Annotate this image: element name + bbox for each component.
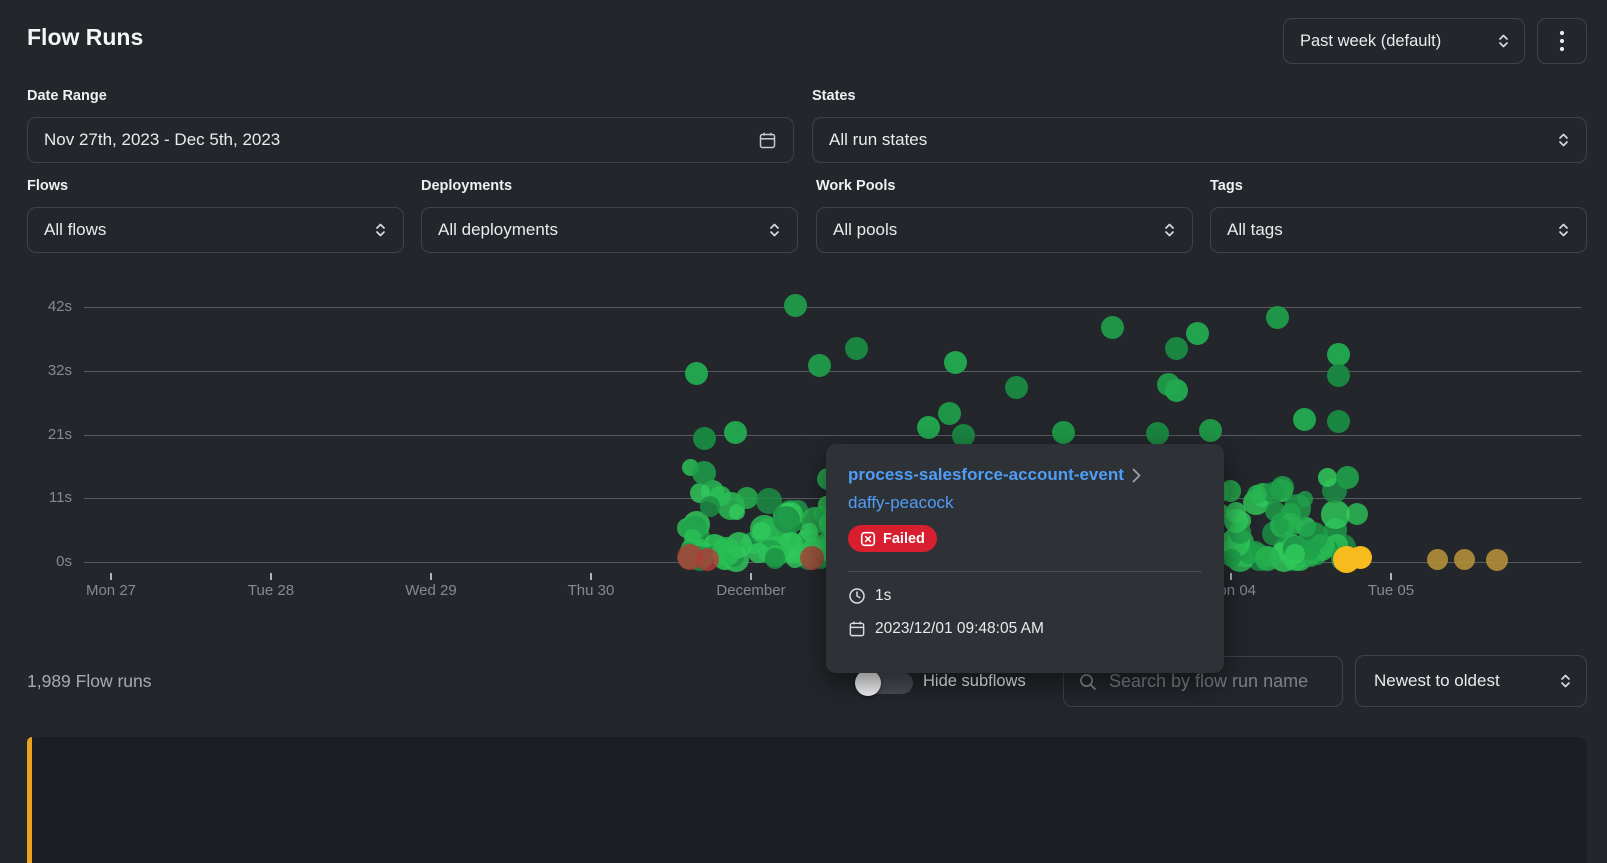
failed-state-badge: Failed bbox=[848, 525, 937, 552]
completed-run-dot[interactable] bbox=[1186, 322, 1209, 345]
completed-run-dot[interactable] bbox=[938, 402, 961, 425]
completed-run-dot[interactable] bbox=[1222, 549, 1241, 568]
completed-run-dot[interactable] bbox=[1247, 485, 1266, 504]
y-gridline bbox=[84, 371, 1581, 372]
hide-subflows-label: Hide subflows bbox=[923, 672, 1026, 691]
late-run-dot[interactable] bbox=[1454, 549, 1475, 570]
hide-subflows-toggle[interactable] bbox=[857, 672, 913, 694]
failed-run-dot[interactable] bbox=[696, 548, 719, 571]
completed-run-dot[interactable] bbox=[1199, 419, 1222, 442]
completed-run-dot[interactable] bbox=[1271, 476, 1294, 499]
state-accent-bar bbox=[27, 737, 32, 863]
x-tick-mark bbox=[430, 573, 432, 580]
flow-run-card: marketing-daily-metrics › tuscan-zebu au… bbox=[27, 737, 1587, 863]
calendar-icon bbox=[848, 620, 866, 638]
completed-run-dot[interactable] bbox=[1101, 316, 1124, 339]
completed-run-dot[interactable] bbox=[693, 427, 716, 450]
completed-run-dot[interactable] bbox=[845, 337, 868, 360]
x-tick-mark bbox=[1230, 573, 1232, 580]
x-tick-mark bbox=[750, 573, 752, 580]
clock-icon bbox=[848, 587, 866, 605]
x-tick-label: Wed 29 bbox=[361, 582, 501, 599]
completed-run-dot[interactable] bbox=[1052, 421, 1075, 444]
completed-run-dot[interactable] bbox=[1146, 422, 1169, 445]
completed-run-dot[interactable] bbox=[1318, 468, 1337, 487]
search-icon bbox=[1078, 672, 1098, 692]
completed-run-dot[interactable] bbox=[1005, 376, 1028, 399]
x-tick-label: Tue 05 bbox=[1321, 582, 1461, 599]
tooltip-flow-name: process-salesforce-account-event bbox=[848, 465, 1124, 485]
y-gridline bbox=[84, 435, 1581, 436]
flow-run-tooltip: process-salesforce-account-event daffy-p… bbox=[826, 444, 1224, 673]
completed-run-dot[interactable] bbox=[1165, 337, 1188, 360]
flow-run-scatter-chart: 0s 11s 21s 32s 42s Mon 27 Tue 28 Wed 29 Thu 30 De… bbox=[0, 0, 1607, 620]
tooltip-flow-link[interactable]: process-salesforce-account-event bbox=[848, 465, 1202, 485]
completed-run-dot[interactable] bbox=[808, 354, 831, 377]
x-tick-label: December bbox=[681, 582, 821, 599]
completed-run-dot[interactable] bbox=[784, 294, 807, 317]
completed-run-dot[interactable] bbox=[1327, 410, 1350, 433]
failed-state-label: Failed bbox=[883, 531, 925, 547]
chevron-updown-icon bbox=[1559, 673, 1572, 689]
flow-runs-page: Flow Runs Past week (default) Date Range… bbox=[0, 0, 1607, 863]
y-gridline bbox=[84, 307, 1581, 308]
tooltip-duration: 1s bbox=[875, 587, 891, 605]
completed-run-dot[interactable] bbox=[1266, 306, 1289, 329]
completed-run-dot[interactable] bbox=[944, 351, 967, 374]
completed-run-dot[interactable] bbox=[765, 548, 786, 569]
completed-run-dot[interactable] bbox=[1321, 500, 1350, 529]
late-run-dot[interactable] bbox=[1427, 549, 1448, 570]
y-tick-label: 42s bbox=[0, 298, 72, 315]
completed-run-dot[interactable] bbox=[1265, 501, 1285, 521]
failed-x-icon bbox=[860, 531, 876, 547]
completed-run-dot[interactable] bbox=[752, 522, 771, 541]
sort-select[interactable]: Newest to oldest bbox=[1355, 655, 1587, 707]
x-tick-mark bbox=[110, 573, 112, 580]
search-input[interactable] bbox=[1107, 670, 1332, 693]
sort-value: Newest to oldest bbox=[1374, 671, 1500, 691]
tooltip-timestamp-row: 2023/12/01 09:48:05 AM bbox=[848, 620, 1202, 638]
tooltip-divider bbox=[848, 571, 1202, 572]
flow-run-count: 1,989 Flow runs bbox=[27, 671, 152, 692]
completed-run-dot[interactable] bbox=[917, 416, 940, 439]
tooltip-run-link[interactable]: daffy-peacock bbox=[848, 493, 1202, 513]
completed-run-dot[interactable] bbox=[800, 523, 818, 541]
tooltip-timestamp: 2023/12/01 09:48:05 AM bbox=[875, 620, 1044, 638]
completed-run-dot[interactable] bbox=[1336, 466, 1359, 489]
x-tick-label: Thu 30 bbox=[521, 582, 661, 599]
x-tick-label: Tue 28 bbox=[201, 582, 341, 599]
completed-run-dot[interactable] bbox=[685, 362, 708, 385]
failed-run-dot[interactable] bbox=[800, 546, 824, 570]
y-tick-label: 0s bbox=[0, 553, 72, 570]
chevron-right-icon bbox=[1132, 468, 1141, 483]
completed-run-dot[interactable] bbox=[1165, 379, 1188, 402]
y-tick-label: 11s bbox=[0, 489, 72, 506]
completed-run-dot[interactable] bbox=[700, 496, 721, 517]
tooltip-duration-row: 1s bbox=[848, 587, 1202, 605]
x-tick-mark bbox=[590, 573, 592, 580]
completed-run-dot[interactable] bbox=[724, 421, 747, 444]
completed-run-dot[interactable] bbox=[1226, 502, 1246, 522]
y-tick-label: 21s bbox=[0, 426, 72, 443]
toggle-knob bbox=[855, 670, 881, 696]
completed-run-dot[interactable] bbox=[1293, 408, 1316, 431]
late-run-dot[interactable] bbox=[1486, 549, 1508, 571]
x-tick-label: Mon 27 bbox=[41, 582, 181, 599]
late-run-dot[interactable] bbox=[1349, 546, 1372, 569]
completed-run-dot[interactable] bbox=[1327, 364, 1350, 387]
y-tick-label: 32s bbox=[0, 362, 72, 379]
completed-run-dot[interactable] bbox=[692, 461, 716, 485]
completed-run-dot[interactable] bbox=[736, 487, 758, 509]
x-tick-mark bbox=[1390, 573, 1392, 580]
x-tick-mark bbox=[270, 573, 272, 580]
